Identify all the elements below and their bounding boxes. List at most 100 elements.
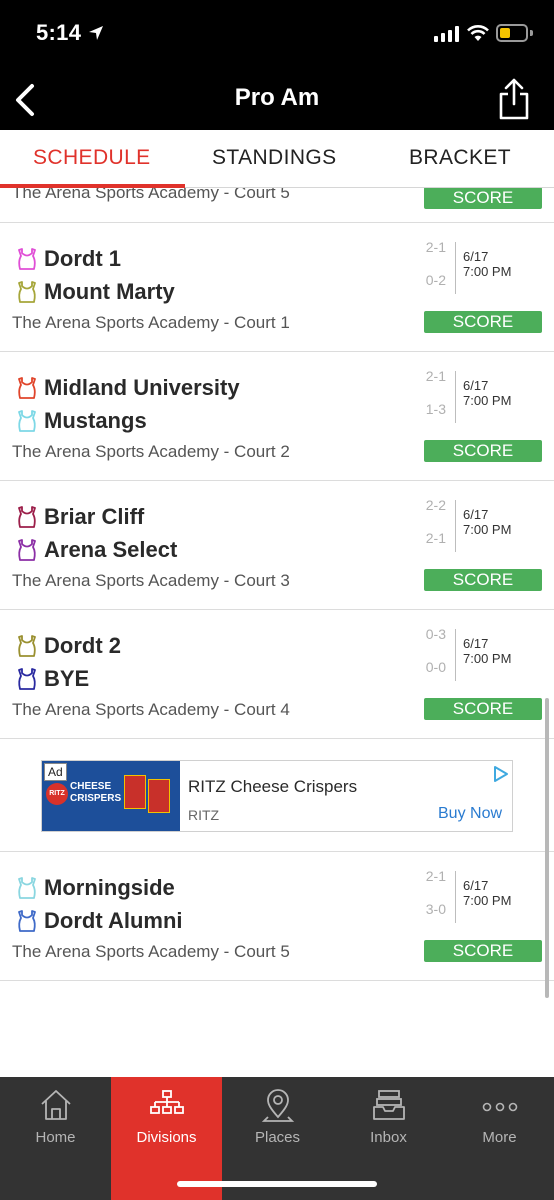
score-button[interactable]: SCORE [424,188,542,209]
team-name: Dordt 1 [44,246,121,271]
team-name: Dordt Alumni [44,908,183,933]
game-time: 7:00 PM [463,393,512,408]
team-name: Briar Cliff [44,504,145,529]
game-row[interactable]: The Arena Sports Academy - Court 5 SCORE [0,188,554,223]
jersey-icon [18,281,36,303]
battery-nub [530,30,533,36]
ad-badge: Ad [44,763,67,781]
team-record: 2-1 [425,868,446,884]
team-name: Dordt 2 [44,633,121,658]
team-record: 2-1 [425,368,446,384]
tabbar-label: Divisions [136,1129,197,1146]
score-button[interactable]: SCORE [424,569,542,591]
jersey-icon [18,910,36,932]
tabbar-item-home[interactable]: Home [0,1077,111,1200]
divider [455,371,456,423]
segment-tabs: SCHEDULE STANDINGS BRACKET [0,130,554,188]
team-2: Mustangs [16,406,147,436]
team-name: Midland University [44,375,240,400]
team-name: Mount Marty [44,279,175,304]
cellular-signal-icon [434,26,460,42]
game-venue: The Arena Sports Academy - Court 5 [12,188,290,202]
score-button[interactable]: SCORE [424,440,542,462]
game-time: 7:00 PM [463,651,512,666]
team-name: Arena Select [44,537,178,562]
team-2: Mount Marty [16,277,175,307]
divider [455,629,456,681]
game-venue: The Arena Sports Academy - Court 3 [12,571,290,590]
game-venue: The Arena Sports Academy - Court 4 [12,700,290,719]
tabbar-label: More [482,1129,517,1146]
wifi-icon [467,25,489,41]
team-name: BYE [44,666,90,691]
home-icon [41,1090,71,1120]
game-time: 7:00 PM [463,264,512,279]
nav-bar: Pro Am [0,70,554,130]
game-venue: The Arena Sports Academy - Court 2 [12,442,290,461]
jersey-icon [18,539,36,561]
team-record: 0-2 [425,272,446,288]
divider [455,242,456,294]
status-time: 5:14 [36,20,82,45]
game-date: 6/17 [463,507,489,522]
tab-schedule[interactable]: SCHEDULE [33,146,151,170]
team-record: 0-3 [425,626,446,642]
game-time: 7:00 PM [463,522,512,537]
game-row[interactable]: Midland University Mustangs 2-1 1-3 6/17… [0,352,554,481]
game-date: 6/17 [463,878,489,893]
location-arrow-icon [89,26,103,40]
game-time: 7:00 PM [463,893,512,908]
team-1: Briar Cliff [16,502,144,532]
team-record: 2-2 [425,497,446,513]
team-record: 2-1 [425,530,446,546]
score-button[interactable]: SCORE [424,940,542,962]
game-row[interactable]: Briar Cliff Arena Select 2-2 2-1 6/17 7:… [0,481,554,610]
ad-title: RITZ Cheese Crispers [188,777,358,796]
team-record: 3-0 [425,901,446,917]
team-record: 1-3 [425,401,446,417]
home-indicator [177,1181,377,1187]
divider [455,500,456,552]
game-venue: The Arena Sports Academy - Court 5 [12,942,290,961]
team-2: BYE [16,664,89,694]
bracket-icon [150,1090,184,1114]
product-box [124,775,146,809]
tab-standings[interactable]: STANDINGS [212,146,337,170]
jersey-icon [18,506,36,528]
team-name: Mustangs [44,408,147,433]
scrollbar[interactable] [545,698,549,998]
game-row[interactable]: Morningside Dordt Alumni 2-1 3-0 6/17 7:… [0,852,554,981]
score-button[interactable]: SCORE [424,698,542,720]
ad-banner[interactable]: Ad RITZ CHEESE CRISPERS RITZ Cheese Cris… [41,760,513,832]
product-box [148,779,170,813]
score-button[interactable]: SCORE [424,311,542,333]
team-1: Midland University [16,373,240,403]
game-row[interactable]: Dordt 2 BYE 0-3 0-0 6/17 7:00 PM The Are… [0,610,554,739]
buy-now-link[interactable]: Buy Now [438,805,502,823]
ad-logo: RITZ [46,783,68,805]
team-record: 0-0 [425,659,446,675]
share-icon[interactable] [494,76,534,122]
status-bar: 5:14 [0,0,554,70]
adchoices-icon[interactable] [492,765,510,783]
jersey-icon [18,248,36,270]
tabbar-label: Places [254,1129,301,1146]
jersey-icon [18,635,36,657]
map-pin-icon [261,1089,295,1122]
team-1: Dordt 1 [16,244,121,274]
tabbar-item-more[interactable]: More [444,1077,554,1200]
divider [455,871,456,923]
tabbar-label: Home [35,1129,76,1146]
battery-icon [496,24,528,42]
jersey-icon [18,877,36,899]
team-1: Morningside [16,873,175,903]
game-row[interactable]: Dordt 1 Mount Marty 2-1 0-2 6/17 7:00 PM… [0,223,554,352]
ad-brand: RITZ [188,807,220,823]
more-dots-icon [482,1102,518,1112]
team-name: Morningside [44,875,175,900]
team-record: 2-1 [425,239,446,255]
game-venue: The Arena Sports Academy - Court 1 [12,313,290,332]
tab-bracket[interactable]: BRACKET [409,146,511,170]
team-2: Dordt Alumni [16,906,183,936]
jersey-icon [18,377,36,399]
